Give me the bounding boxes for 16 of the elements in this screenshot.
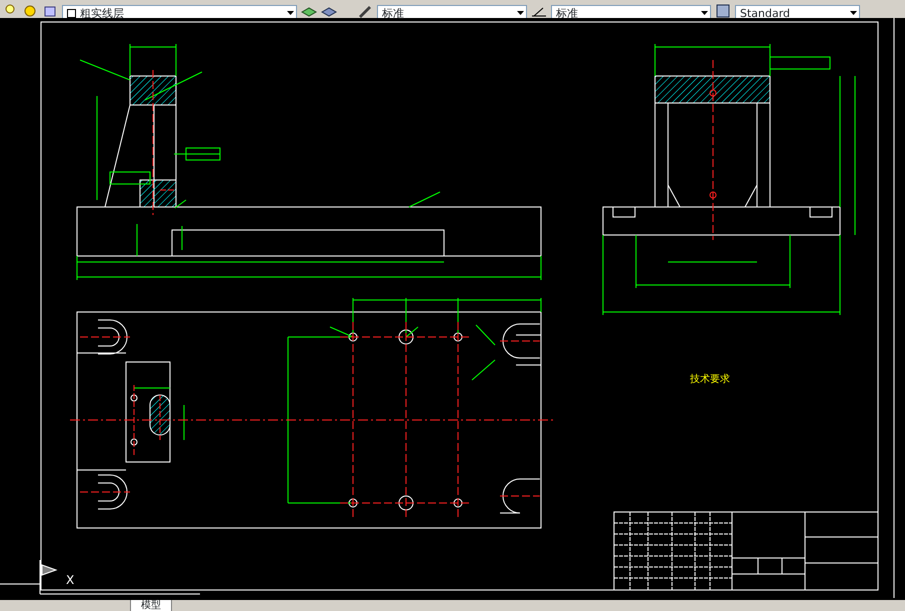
dropdown-arrow-icon (701, 11, 708, 15)
dropdown-arrow-icon (517, 11, 524, 15)
dimension-style-dropdown[interactable]: 标准 (551, 5, 711, 18)
layer-dropdown[interactable]: 粗实线层 (62, 5, 297, 18)
dropdown-arrow-icon (287, 11, 294, 15)
ucs-x-label: X (66, 573, 74, 587)
table-style-icon[interactable] (715, 4, 731, 18)
checkbox-icon[interactable] (67, 8, 76, 18)
layer-name: 粗实线层 (80, 8, 124, 18)
notes-title: 技术要求 (690, 374, 730, 385)
dropdown-arrow-icon (850, 11, 857, 15)
text-style-dropdown[interactable]: 标准 (377, 5, 527, 18)
table-style-dropdown[interactable]: Standard (735, 5, 860, 18)
ucs-icon (0, 560, 200, 594)
text-style-icon[interactable] (357, 4, 373, 18)
layout-tab[interactable]: 模型 (130, 600, 172, 611)
